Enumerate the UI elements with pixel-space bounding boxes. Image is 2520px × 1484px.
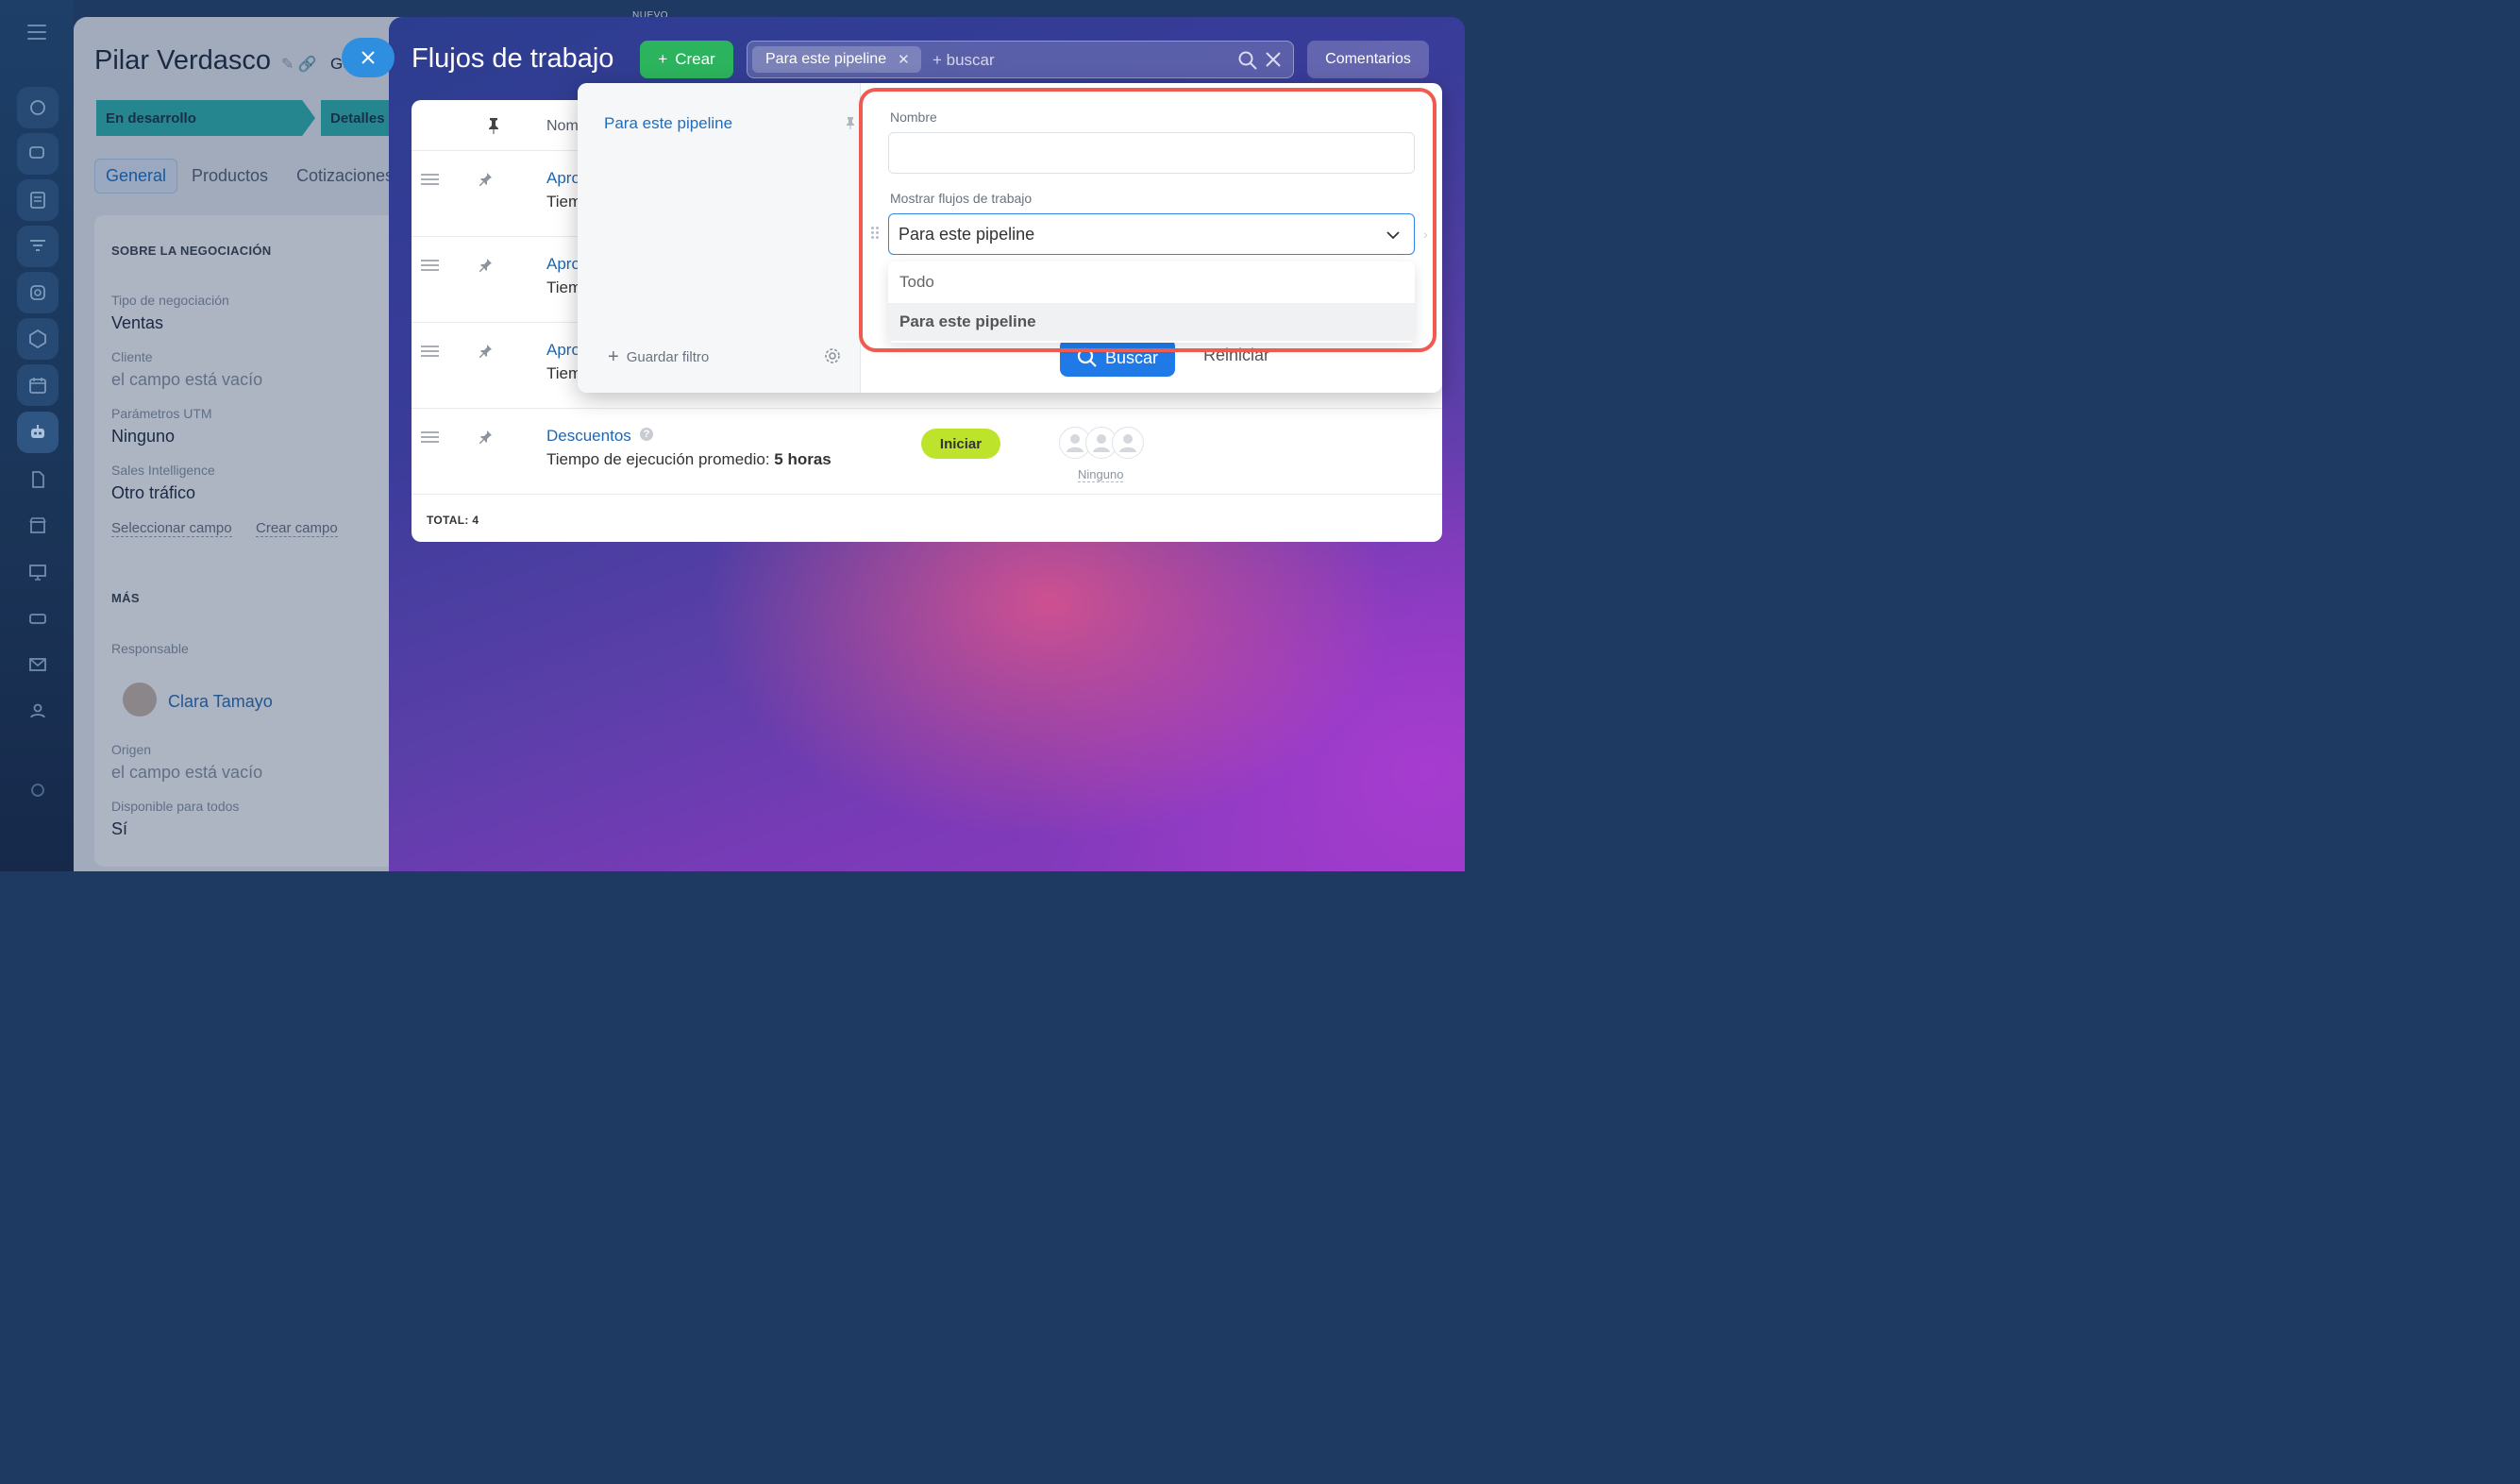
tickets-icon[interactable] <box>17 598 59 639</box>
chevron-right-icon: › <box>1423 227 1428 242</box>
chevron-down-icon <box>1386 231 1400 240</box>
workflow-name[interactable]: Apro <box>546 255 580 274</box>
user-placeholder-icon <box>1112 427 1144 459</box>
select-value: Para este pipeline <box>899 225 1035 244</box>
page-title: Flujos de trabajo <box>412 43 614 74</box>
mail-icon[interactable] <box>17 644 59 685</box>
search-icon[interactable] <box>1238 51 1257 70</box>
docs-icon[interactable] <box>17 459 59 500</box>
overlay-dim <box>74 17 432 871</box>
robot-icon[interactable] <box>17 412 59 453</box>
plus-icon: + <box>658 50 668 68</box>
sites-icon[interactable] <box>17 318 59 360</box>
presentation-icon[interactable] <box>17 551 59 593</box>
tasks-icon[interactable] <box>17 179 59 221</box>
search-input[interactable]: Para este pipeline ✕ + buscar <box>747 41 1294 78</box>
column-name-header[interactable]: Nom <box>546 118 579 135</box>
pin-icon[interactable] <box>479 258 493 273</box>
plus-icon: + <box>608 346 619 367</box>
chat-icon[interactable] <box>17 133 59 175</box>
duration-prefix: Tiempo de ejecución promedio: <box>546 450 775 468</box>
workflow-name[interactable]: Apro <box>546 169 580 188</box>
drag-handle-icon[interactable] <box>871 227 879 240</box>
create-label: Crear <box>675 50 715 68</box>
total-count: TOTAL: 4 <box>427 514 479 527</box>
contacts-icon[interactable] <box>17 690 59 732</box>
start-button[interactable]: Iniciar <box>921 429 1000 459</box>
pin-header-icon[interactable] <box>487 117 500 134</box>
store-icon[interactable] <box>17 505 59 547</box>
search-placeholder[interactable]: + buscar <box>932 51 995 70</box>
filter-popup: Para este pipeline + Guardar filtro Nomb… <box>578 83 1442 393</box>
comments-button[interactable]: Comentarios <box>1307 41 1429 78</box>
assignees-label[interactable]: Ninguno <box>1078 467 1124 482</box>
workflow-duration: Tiem <box>546 364 582 382</box>
chip-label: Para este pipeline <box>765 51 887 67</box>
workflow-name[interactable]: Apro <box>546 341 580 360</box>
close-icon <box>361 51 375 64</box>
assignee-avatars[interactable] <box>1059 427 1150 459</box>
table-row[interactable]: Descuentos ? Tiempo de ejecución promedi… <box>412 409 1442 495</box>
filter-chip[interactable]: Para este pipeline ✕ <box>752 46 921 73</box>
select-dropdown: Todo Para este pipeline <box>888 261 1415 343</box>
crm-icon[interactable] <box>17 272 59 313</box>
close-slider-button[interactable] <box>342 38 395 77</box>
workflow-duration: Tiem <box>546 278 582 296</box>
show-workflows-label: Mostrar flujos de trabajo <box>890 191 1033 206</box>
funnel-icon[interactable] <box>17 226 59 267</box>
reset-button[interactable]: Reiniciar <box>1203 346 1269 365</box>
preset-this-pipeline[interactable]: Para este pipeline <box>604 114 732 133</box>
total-value: 4 <box>472 514 479 527</box>
save-filter-button[interactable]: + Guardar filtro <box>608 346 709 368</box>
total-label: TOTAL: <box>427 514 473 527</box>
deal-card: Pilar Verdasco ✎ 🔗 Ge En desarrollo Deta… <box>74 17 432 871</box>
option-this-pipeline[interactable]: Para este pipeline <box>888 303 1415 341</box>
app-nav-rail <box>0 0 74 871</box>
create-button[interactable]: + Crear <box>640 41 733 78</box>
chip-remove-icon[interactable]: ✕ <box>898 51 910 68</box>
drag-handle-icon[interactable] <box>421 346 439 357</box>
search-button-label: Buscar <box>1104 347 1159 367</box>
filter-presets: Para este pipeline + Guardar filtro <box>578 83 861 393</box>
menu-icon[interactable] <box>27 25 46 40</box>
duration-value: 5 horas <box>774 450 832 468</box>
activity-icon[interactable] <box>17 87 59 128</box>
show-workflows-select[interactable]: Para este pipeline <box>888 213 1415 255</box>
drag-handle-icon[interactable] <box>421 431 439 443</box>
workflow-duration: Tiempo de ejecución promedio: 5 horas <box>546 450 832 469</box>
gear-icon[interactable] <box>823 346 842 365</box>
settings-icon[interactable] <box>17 769 59 811</box>
save-filter-label: Guardar filtro <box>626 349 710 365</box>
clear-icon[interactable] <box>1265 51 1282 68</box>
help-icon[interactable]: ? <box>640 428 653 441</box>
option-all[interactable]: Todo <box>888 263 1415 301</box>
workflow-duration: Tiem <box>546 193 582 211</box>
pin-icon[interactable] <box>479 172 493 187</box>
search-button[interactable]: Buscar <box>1060 339 1175 377</box>
drag-handle-icon[interactable] <box>421 260 439 271</box>
pin-icon[interactable] <box>479 344 493 359</box>
search-icon <box>1077 347 1097 367</box>
pin-icon[interactable] <box>479 430 493 445</box>
pin-preset-icon[interactable] <box>846 116 855 129</box>
workflow-name[interactable]: Descuentos <box>546 427 631 446</box>
name-field[interactable] <box>888 132 1415 174</box>
calendar-icon[interactable] <box>17 364 59 406</box>
drag-handle-icon[interactable] <box>421 174 439 185</box>
name-field-label: Nombre <box>890 110 937 125</box>
workflows-slider: Flujos de trabajo + Crear Para este pipe… <box>389 17 1465 871</box>
